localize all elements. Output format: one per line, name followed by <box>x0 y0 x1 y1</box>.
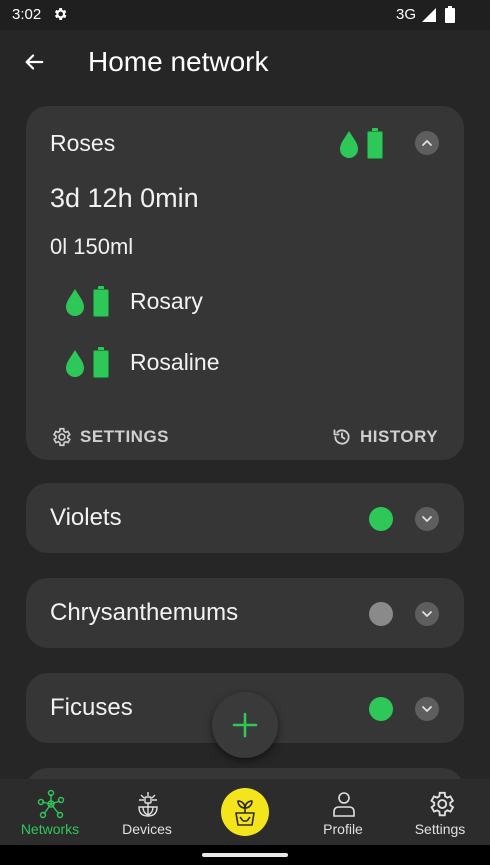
nav-label: Settings <box>414 821 466 837</box>
offline-status-dot <box>369 602 393 626</box>
chevron-down-icon <box>422 516 432 522</box>
history-icon <box>333 429 350 445</box>
water-volume: 0l 150ml <box>50 234 134 259</box>
nav-settings[interactable]: Settings <box>391 779 489 845</box>
sprinkler-icon <box>138 792 158 817</box>
chevron-up-icon <box>422 140 432 146</box>
chevron-down-icon <box>422 706 432 712</box>
settings-label: SETTINGS <box>80 427 170 446</box>
remaining-duration: 3d 12h 0min <box>50 183 199 213</box>
battery-icon <box>93 347 109 378</box>
network-card[interactable]: Chrysanthemums <box>26 578 464 648</box>
home-gesture-bar[interactable] <box>202 853 288 857</box>
nav-plant-center[interactable] <box>221 788 269 836</box>
gear-icon <box>52 427 71 447</box>
bottom-navigation: Networks Devices Profile Settings <box>0 779 490 845</box>
network-card[interactable]: Violets <box>26 483 464 553</box>
network-name: Roses <box>50 130 116 156</box>
water-drop-icon <box>66 350 84 377</box>
chevron-down-icon <box>422 611 432 617</box>
nav-label: Networks <box>20 821 80 837</box>
battery-icon <box>93 286 109 317</box>
online-status-dot <box>369 697 393 721</box>
battery-icon <box>367 128 383 159</box>
expand-button[interactable] <box>415 697 439 721</box>
add-network-fab[interactable] <box>212 692 278 758</box>
status-bar: 3:02 3G <box>0 0 490 30</box>
nav-profile[interactable]: Profile <box>294 779 392 845</box>
signal-icon <box>421 7 437 28</box>
device-name: Rosary <box>130 288 203 314</box>
water-drop-icon <box>340 131 358 158</box>
app-screen: 3:02 3G Home network Roses 3d 12h 0min 0… <box>0 0 490 865</box>
device-name: Rosaline <box>130 349 220 375</box>
collapse-button[interactable] <box>415 131 439 155</box>
network-name: Ficuses <box>50 694 133 721</box>
network-name: Violets <box>50 504 122 531</box>
nav-networks[interactable]: Networks <box>1 779 99 845</box>
app-bar: Home network <box>0 30 490 94</box>
settings-gear-icon <box>52 6 68 22</box>
water-drop-icon <box>66 289 84 316</box>
system-gesture-area <box>0 845 490 865</box>
network-icon <box>37 789 65 819</box>
nav-label: Devices <box>122 821 172 837</box>
device-row[interactable]: Rosary <box>64 286 404 318</box>
page-title: Home network <box>88 46 269 77</box>
gear-icon <box>430 791 455 817</box>
network-card-expanded[interactable]: Roses 3d 12h 0min 0l 150ml Rosary Rosali… <box>26 106 464 460</box>
status-time: 3:02 <box>12 6 42 23</box>
expand-button[interactable] <box>415 602 439 626</box>
network-list[interactable]: Roses 3d 12h 0min 0l 150ml Rosary Rosali… <box>0 94 490 779</box>
battery-icon <box>445 6 455 28</box>
nav-devices[interactable]: Devices <box>98 779 196 845</box>
settings-button[interactable]: SETTINGS <box>50 424 169 450</box>
arrow-left-icon <box>25 54 44 70</box>
network-name: Chrysanthemums <box>50 599 239 626</box>
network-status-icons <box>338 128 388 165</box>
device-row[interactable]: Rosaline <box>64 347 404 379</box>
network-card-partial[interactable] <box>26 768 464 779</box>
nav-label: Profile <box>323 821 363 837</box>
network-type-label: 3G <box>396 6 417 23</box>
plant-pot-icon <box>235 800 255 826</box>
history-button[interactable]: HISTORY <box>332 424 438 450</box>
history-label: HISTORY <box>360 427 439 446</box>
back-button[interactable] <box>18 46 50 78</box>
expand-button[interactable] <box>415 507 439 531</box>
online-status-dot <box>369 507 393 531</box>
plus-icon <box>232 712 258 738</box>
person-icon <box>333 792 355 817</box>
